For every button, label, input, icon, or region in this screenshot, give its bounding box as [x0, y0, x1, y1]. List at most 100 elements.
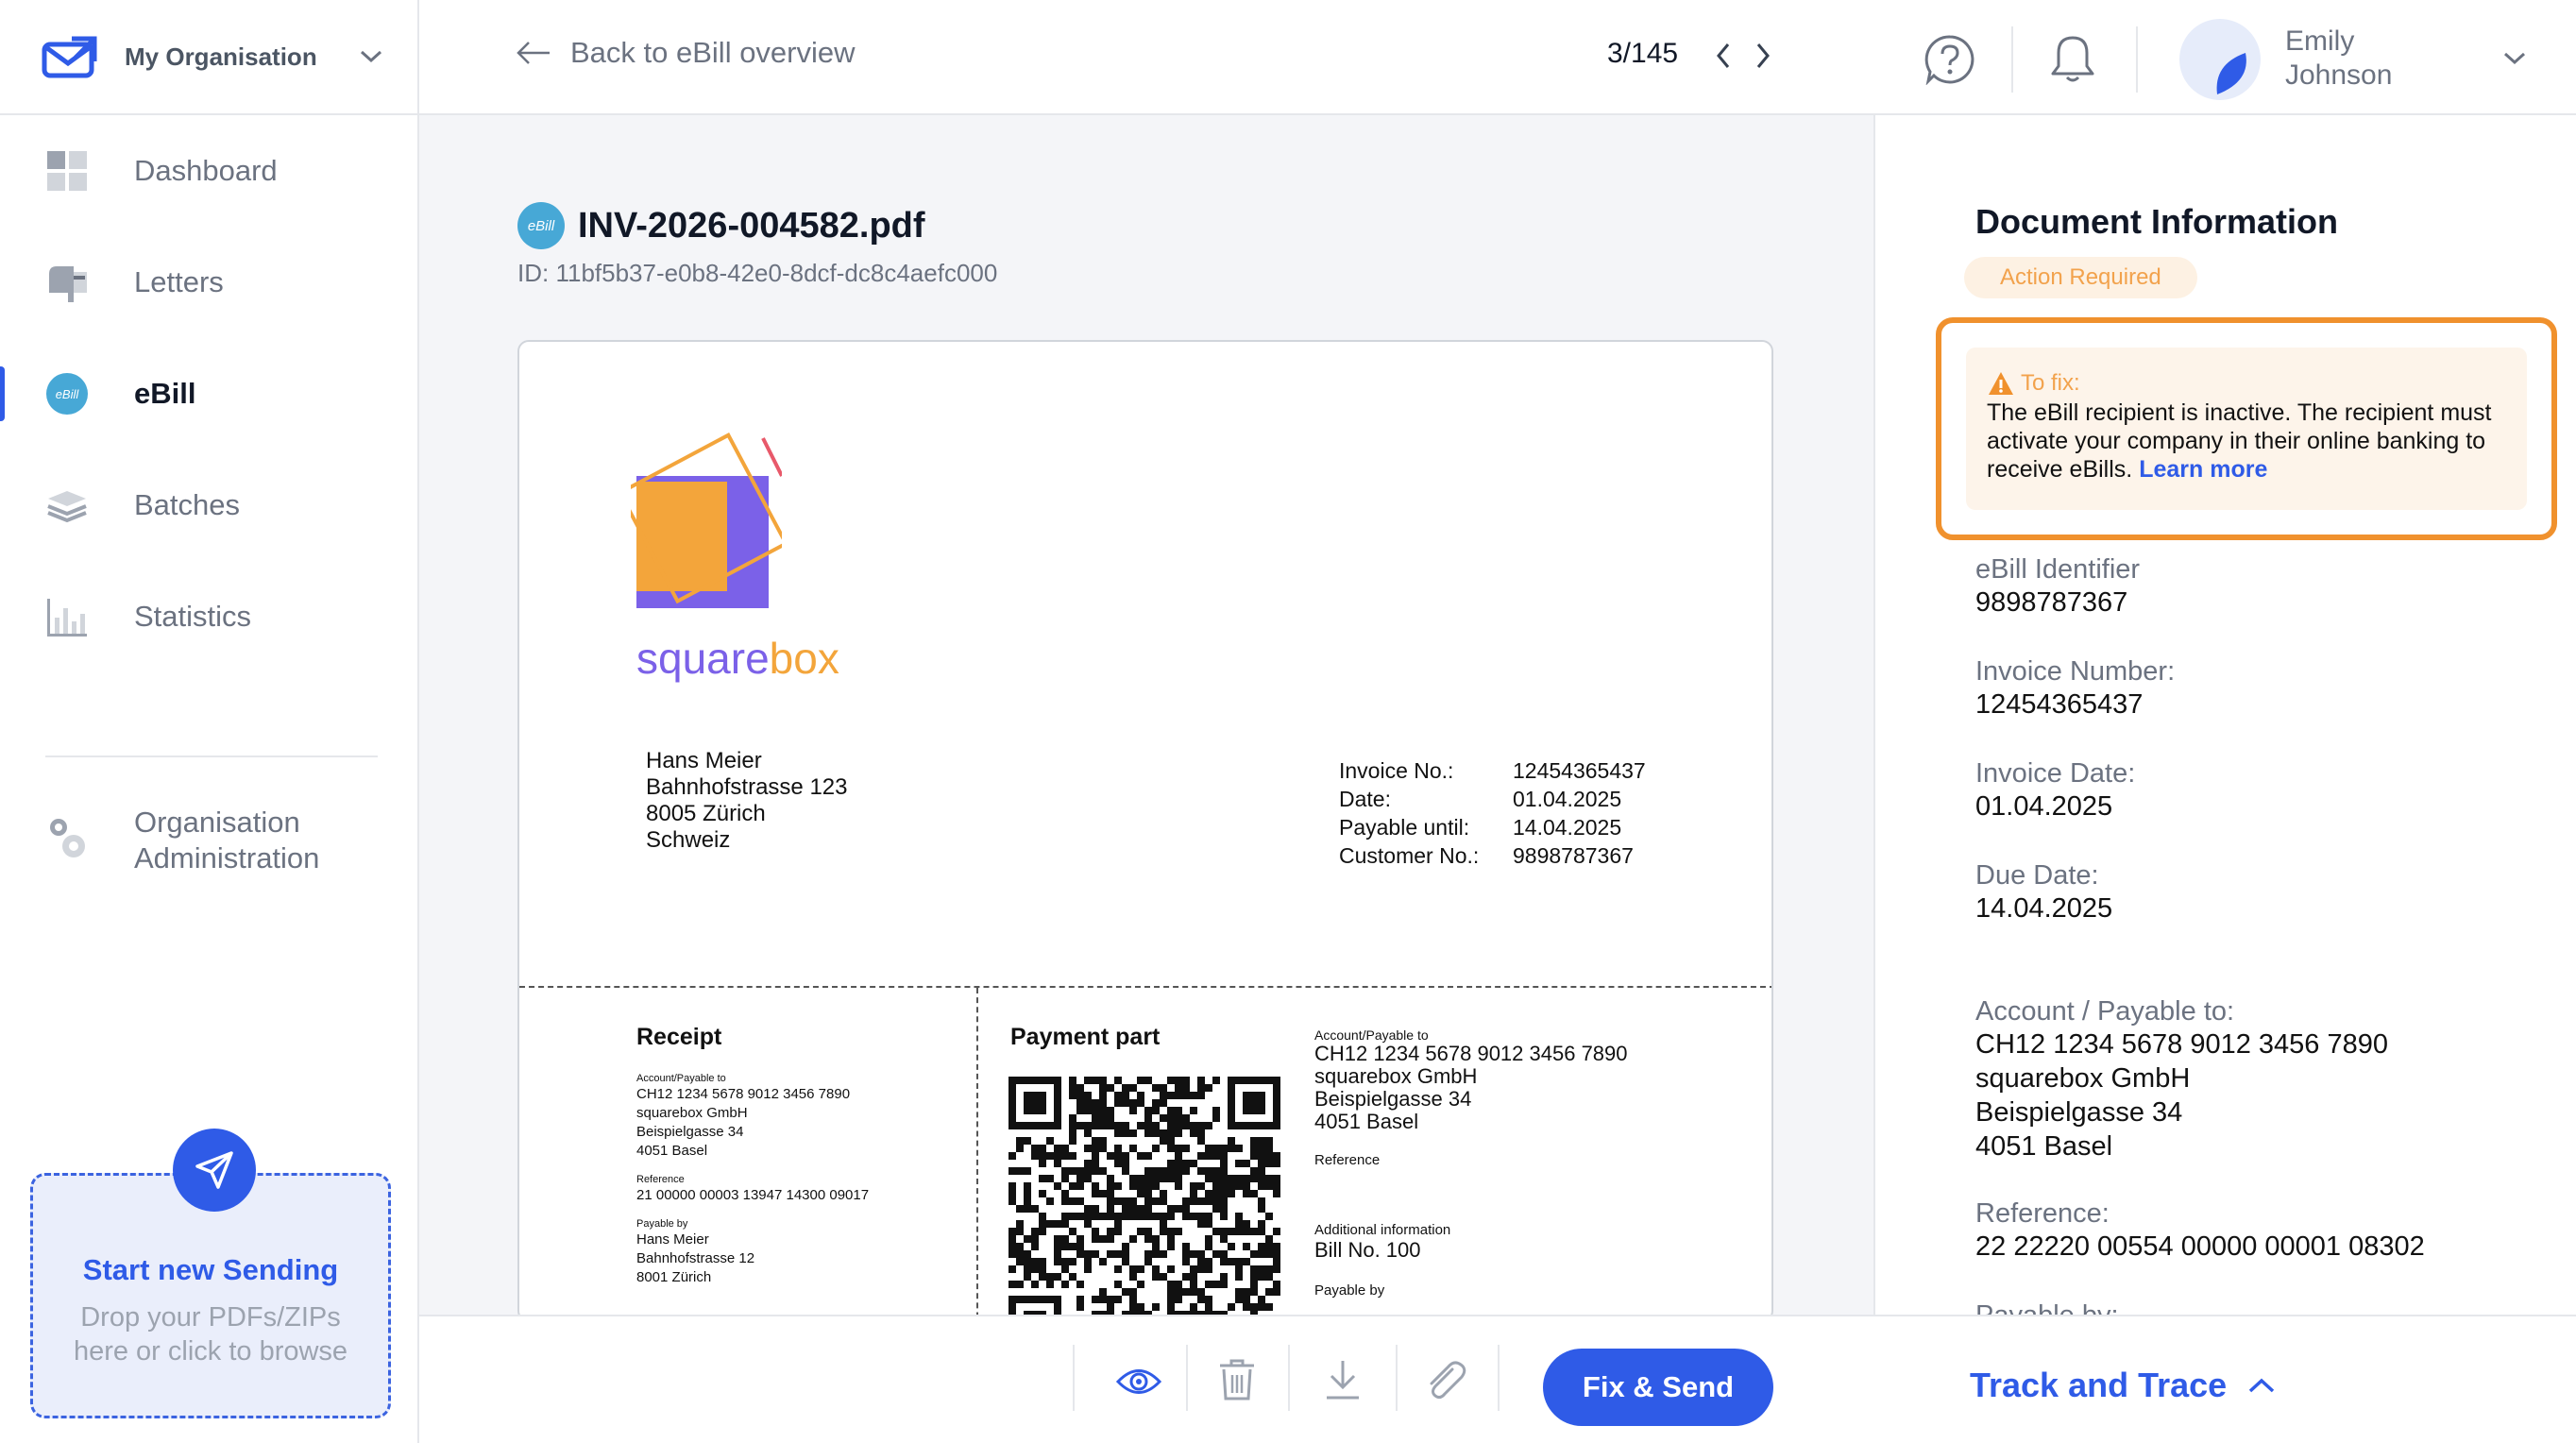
address-line: 8005 Zürich [646, 801, 766, 826]
org-switcher[interactable]: My Organisation [0, 0, 419, 115]
sidebar-item-letters[interactable]: Letters [0, 227, 419, 338]
paperclip-icon[interactable] [1422, 1358, 1469, 1405]
help-icon[interactable] [1924, 34, 1975, 85]
document-info-panel: Document Information Action Required To … [1873, 115, 2576, 1315]
mailbox-icon [49, 266, 87, 302]
fix-and-send-button[interactable]: Fix & Send [1543, 1349, 1773, 1426]
upload-dropzone[interactable]: Start new Sending Drop your PDFs/ZIPs he… [30, 1129, 391, 1418]
document-pager: 3/145 [1607, 38, 1679, 69]
fix-notice-header: To fix: [1987, 370, 2506, 397]
chevron-right-icon[interactable] [1754, 42, 1771, 70]
receipt-account-line: 4051 Basel [636, 1143, 708, 1159]
user-name[interactable]: Emily Johnson [2285, 25, 2392, 93]
dashboard-icon [47, 151, 87, 191]
sidebar-item-statistics[interactable]: Statistics [0, 561, 419, 672]
field-value-line: 4051 Basel [1975, 1131, 2113, 1162]
meta-key: Customer No.: [1339, 843, 1480, 868]
toolbar-divider [1288, 1345, 1290, 1411]
chevron-left-icon[interactable] [1715, 42, 1732, 70]
receipt-payable-by-line: Bahnhofstrasse 12 [636, 1250, 755, 1266]
meta-key: Payable until: [1339, 815, 1470, 840]
payment-payable-by-label: Payable by [1314, 1282, 1385, 1299]
perforation-line [519, 986, 1771, 988]
receipt-account-line: CH12 1234 5678 9012 3456 7890 [636, 1086, 851, 1102]
sidebar-item-label: Letters [134, 265, 224, 298]
payment-account-label: Account/Payable to [1314, 1027, 1429, 1043]
topbar-divider [2136, 26, 2138, 93]
field-label: Invoice Date: [1975, 758, 2136, 789]
payment-details: Account/Payable to CH12 1234 5678 9012 3… [1314, 1027, 1628, 1299]
toolbar-divider [1073, 1345, 1075, 1411]
recipient-address: Hans Meier Bahnhofstrasse 123 8005 Züric… [646, 748, 847, 854]
sidebar-item-label: Dashboard [134, 154, 278, 187]
sidebar-item-label: eBill [134, 377, 196, 410]
trash-icon[interactable] [1218, 1358, 1256, 1401]
payment-reference-label: Reference [1314, 1152, 1381, 1168]
field-invoice-date: Invoice Date: 01.04.2025 [1975, 757, 2135, 823]
toolbar-divider [1498, 1345, 1500, 1411]
dropzone-hint: Drop your PDFs/ZIPs here or click to bro… [33, 1300, 388, 1368]
receipt-title: Receipt [636, 1024, 722, 1050]
track-and-trace-label: Track and Trace [1970, 1366, 2228, 1404]
ebill-icon: eBill [45, 372, 89, 416]
bar-chart-icon [47, 599, 87, 637]
address-line: Bahnhofstrasse 123 [646, 774, 848, 800]
payment-account-line: CH12 1234 5678 9012 3456 7890 [1314, 1042, 1628, 1065]
meta-key: Invoice No.: [1339, 758, 1454, 783]
sidebar-divider [45, 755, 378, 757]
wordmark-square: square [636, 634, 770, 683]
field-reference: Reference: 22 22220 00554 00000 00001 08… [1975, 1197, 2425, 1264]
avatar[interactable] [2179, 19, 2261, 100]
field-due-date: Due Date: 14.04.2025 [1975, 859, 2112, 925]
bell-icon[interactable] [2049, 34, 2096, 85]
meta-row: Date: 01.04.2025 [1339, 786, 1646, 812]
learn-more-link[interactable]: Learn more [2139, 456, 2267, 483]
payment-addinfo-label: Additional information [1314, 1222, 1451, 1238]
sidebar-item-organisation-administration[interactable]: Organisation Administration [45, 805, 319, 876]
document-id: ID: 11bf5b37-e0b8-42e0-8dcf-dc8c4aefc000 [517, 259, 998, 287]
toolbar-divider [1186, 1345, 1188, 1411]
squarebox-wordmark: squarebox [636, 633, 839, 684]
user-last-name: Johnson [2285, 59, 2393, 91]
meta-value: 9898787367 [1513, 843, 1634, 868]
invoice-meta-table: Invoice No.: 12454365437 Date: 01.04.2025 … [1337, 755, 1648, 871]
document-title: eBill INV-2026-004582.pdf [517, 202, 925, 249]
sidebar-item-batches[interactable]: Batches [0, 450, 419, 561]
receipt-account-label: Account/Payable to [636, 1073, 726, 1084]
chevron-down-icon[interactable] [2502, 51, 2527, 66]
app-logo-icon [42, 36, 97, 78]
field-label: eBill Identifier [1975, 554, 2141, 585]
user-first-name: Emily [2285, 25, 2355, 57]
field-value-line: Beispielgasse 34 [1975, 1097, 2183, 1128]
invoice-page: squarebox Hans Meier Bahnhofstrasse 123 … [517, 340, 1773, 1322]
start-sending-button[interactable] [173, 1129, 256, 1212]
gears-icon [50, 819, 85, 857]
field-label: Reference: [1975, 1198, 2110, 1229]
field-value: 9898787367 [1975, 587, 2128, 618]
org-name: My Organisation [125, 42, 317, 71]
field-value-line: squarebox GmbH [1975, 1063, 2191, 1094]
meta-row: Invoice No.: 12454365437 [1339, 757, 1646, 784]
track-and-trace-toggle[interactable]: Track and Trace [1970, 1366, 2276, 1405]
download-icon[interactable] [1324, 1358, 1362, 1401]
field-payable-by: Payable by: [1975, 1299, 2119, 1315]
topbar-divider [2011, 26, 2013, 93]
sidebar-item-ebill[interactable]: eBill eBill [0, 338, 419, 450]
meta-key: Date: [1339, 787, 1391, 811]
paper-plane-icon [195, 1151, 233, 1189]
fix-notice-body: The eBill recipient is inactive. The rec… [1987, 399, 2506, 484]
eye-icon[interactable] [1116, 1366, 1161, 1398]
field-label: Due Date: [1975, 860, 2099, 891]
chevron-down-icon[interactable] [359, 49, 383, 64]
dropzone-title: Start new Sending [82, 1253, 339, 1286]
back-label: Back to eBill overview [570, 36, 856, 69]
meta-value: 12454365437 [1513, 758, 1646, 783]
payment-addinfo: Bill No. 100 [1314, 1238, 1421, 1262]
fix-notice: To fix: The eBill recipient is inactive.… [1966, 348, 2527, 510]
payment-account-line: Beispielgasse 34 [1314, 1087, 1472, 1111]
meta-value: 14.04.2025 [1513, 815, 1622, 840]
ebill-badge-icon: eBill [517, 202, 565, 249]
sidebar-item-dashboard[interactable]: Dashboard [0, 115, 419, 227]
receipt-account-line: Beispielgasse 34 [636, 1124, 744, 1140]
back-to-overview-link[interactable]: Back to eBill overview [516, 36, 856, 70]
